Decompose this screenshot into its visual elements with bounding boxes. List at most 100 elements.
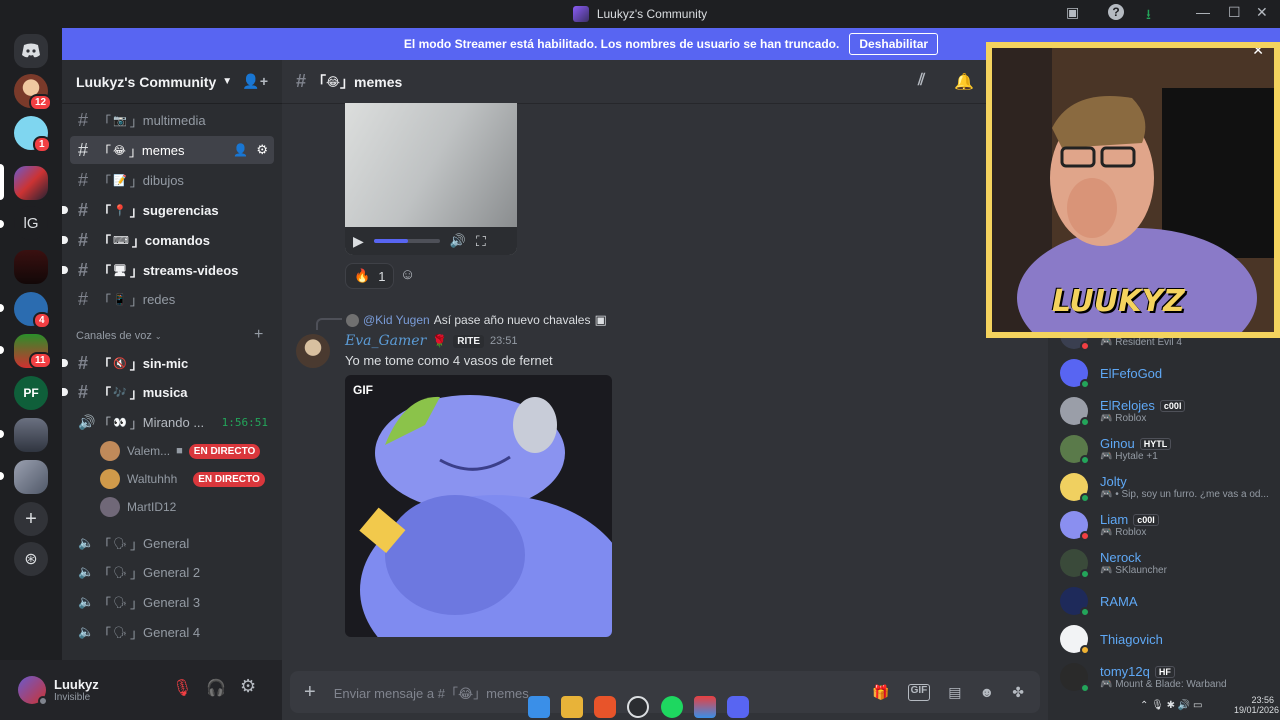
avatar (1060, 663, 1090, 693)
member-item[interactable]: RAMA (1060, 582, 1276, 620)
obs-icon[interactable] (627, 696, 649, 718)
voice-user[interactable]: Waltuhhh EN DIRECTO (100, 467, 265, 491)
minimize-icon[interactable]: — (1196, 4, 1210, 20)
member-item[interactable]: Nerock 🎮 SKlauncher (1060, 544, 1276, 582)
channel-redes[interactable]: # 「📱」 redes (70, 285, 274, 313)
windows-start-icon[interactable] (528, 696, 550, 718)
channel-memes[interactable]: # 「😂」 memes 👤 ⚙ (70, 136, 274, 164)
unread-indicator (0, 346, 4, 354)
channel-multimedia[interactable]: # 「📷」 multimedia (70, 106, 274, 134)
guild-tag[interactable]: c00l (1133, 513, 1159, 526)
close-icon[interactable]: ✕ (1252, 48, 1264, 59)
clock[interactable]: 23:56 19/01/2026 (1234, 695, 1279, 715)
bell-icon[interactable]: 🔔 (954, 72, 974, 92)
server-pf[interactable]: PF (14, 376, 48, 410)
close-icon[interactable]: ✕ (1256, 4, 1268, 21)
member-name-line: Jolty (1100, 474, 1269, 489)
reply-preview[interactable]: @Kid Yugen Así pase año nuevo chavales ▣ (346, 312, 607, 328)
reaction[interactable]: 🔥 1 (345, 263, 395, 289)
channel-dibujos[interactable]: # 「📝」 dibujos (70, 166, 274, 194)
member-activity: 🎮 Mount & Blade: Warband (1100, 679, 1227, 690)
server-avatar-7[interactable] (14, 460, 48, 494)
channel-streams-videos[interactable]: # 「🖥」 streams-videos (62, 256, 274, 284)
channel-emoji: 🖥 (113, 264, 127, 277)
brave-icon[interactable] (594, 696, 616, 718)
channel-title: memes (354, 73, 403, 90)
voice-channel-general-4[interactable]: 🔈 「🗣」 General 4 (70, 618, 274, 646)
gif-attachment[interactable]: GIF (345, 375, 612, 637)
status-indicator (1080, 341, 1090, 351)
channel-sin-mic[interactable]: # 「🔇」 sin-mic (62, 349, 274, 377)
author-name[interactable]: Eva_Gamer (345, 333, 426, 349)
video-progress[interactable] (373, 239, 440, 243)
channel-emoji: 🗣 (113, 566, 127, 579)
invite-people-icon[interactable]: 👤+ (242, 73, 268, 90)
spotify-icon[interactable] (661, 696, 683, 718)
channel-sugerencias[interactable]: # 「📍」 sugerencias (62, 196, 274, 224)
guild-tag[interactable]: RITE (453, 334, 484, 348)
discord-taskbar-icon[interactable] (727, 696, 749, 718)
download-icon[interactable]: ⭳ (1146, 4, 1151, 28)
channel-musica[interactable]: # 「🎶」 musica (62, 378, 274, 406)
member-item[interactable]: Thiagovich (1060, 620, 1276, 658)
discord-home-icon[interactable] (14, 34, 48, 68)
voice-user[interactable]: Valem... ■ EN DIRECTO (100, 439, 261, 463)
server-header[interactable]: Luukyz's Community ▼ 👤+ (62, 60, 282, 104)
guild-tag[interactable]: c00l (1159, 399, 1186, 412)
member-item[interactable]: Ginou HYTL 🎮 Hytale +1 (1060, 430, 1276, 468)
fullscreen-icon[interactable]: ⛶ (476, 233, 486, 250)
inbox-icon[interactable]: ▣ (1066, 4, 1079, 21)
disable-streamer-button[interactable]: Deshabilitar (849, 33, 939, 55)
server-avatar-luukyz[interactable] (14, 166, 48, 200)
channel-emoji: 🗣 (113, 596, 127, 609)
maximize-icon[interactable]: ☐ (1228, 4, 1241, 21)
invite-icon[interactable]: 👤 (233, 143, 248, 157)
server-avatar-6[interactable] (14, 418, 48, 452)
guild-tag[interactable]: HYTL (1139, 437, 1172, 450)
add-reaction-icon[interactable]: ☺ (400, 266, 415, 283)
mention-badge: 11 (29, 352, 52, 369)
tray-icons[interactable]: ⌃ 🎙 ✱ 🔊 ▭ (1140, 700, 1202, 711)
member-item[interactable]: Jolty 🎮 • Sip, soy un furro. ¿me vas a od… (1060, 468, 1276, 506)
file-explorer-icon[interactable] (561, 696, 583, 718)
status-indicator (1080, 645, 1090, 655)
voice-user[interactable]: MartID12 (100, 495, 176, 519)
help-icon[interactable]: ? (1108, 4, 1124, 20)
member-item[interactable]: ElRelojes c00l 🎮 Roblox (1060, 392, 1276, 430)
add-server-icon[interactable]: + (14, 502, 48, 536)
member-item[interactable]: ElFefoGod (1060, 354, 1276, 392)
member-item[interactable]: Liam c00l 🎮 Roblox (1060, 506, 1276, 544)
server-lg[interactable]: lG (14, 206, 48, 240)
voice-channel-general-2[interactable]: 🔈 「🗣」 General 2 (70, 558, 274, 586)
channel-comandos[interactable]: # 「⌨」 comandos (62, 226, 274, 254)
threads-icon[interactable]: ⫽ (918, 72, 925, 90)
voice-category[interactable]: Canales de voz ⌄ (76, 330, 162, 342)
unread-dot (62, 266, 68, 274)
reply-mention: @Kid Yugen (363, 313, 430, 327)
guild-tag[interactable]: HF (1154, 665, 1175, 678)
author-avatar[interactable] (296, 334, 330, 368)
winrar-icon[interactable] (694, 696, 716, 718)
add-channel-icon[interactable]: + (254, 326, 263, 344)
voice-channel-general-3[interactable]: 🔈 「🗣」 General 3 (70, 588, 274, 616)
server-avatar-3[interactable] (14, 250, 48, 284)
member-info: ElRelojes c00l 🎮 Roblox (1100, 398, 1186, 424)
channel-label: comandos (144, 232, 210, 248)
gear-icon[interactable]: ⚙ (256, 142, 268, 158)
explore-icon[interactable]: ⊛ (14, 542, 48, 576)
member-item[interactable]: tomy12q HF 🎮 Mount & Blade: Warband (1060, 658, 1276, 696)
video-attachment[interactable]: ▶ 🔊 ⛶ (345, 103, 517, 255)
voice-channel-mirando[interactable]: 🔊 「👀」 Mirando ... 1:56:51 (70, 408, 274, 436)
play-icon[interactable]: ▶ (353, 233, 364, 250)
member-activity: 🎮 Hytale +1 (1100, 451, 1158, 462)
avatar (100, 441, 120, 461)
voice-user-name: Valem... (127, 444, 171, 458)
volume-icon[interactable]: 🔊 (450, 233, 466, 249)
member-name: Thiagovich (1100, 631, 1163, 647)
clock-date: 19/01/2026 (1234, 705, 1280, 715)
voice-channel-general[interactable]: 🔈 「🗣」 General (70, 529, 274, 557)
unread-dot (62, 388, 68, 396)
channel-emoji: 🎶 (113, 386, 127, 399)
hashtag-icon: # (78, 381, 89, 402)
member-info: RAMA (1100, 594, 1138, 609)
